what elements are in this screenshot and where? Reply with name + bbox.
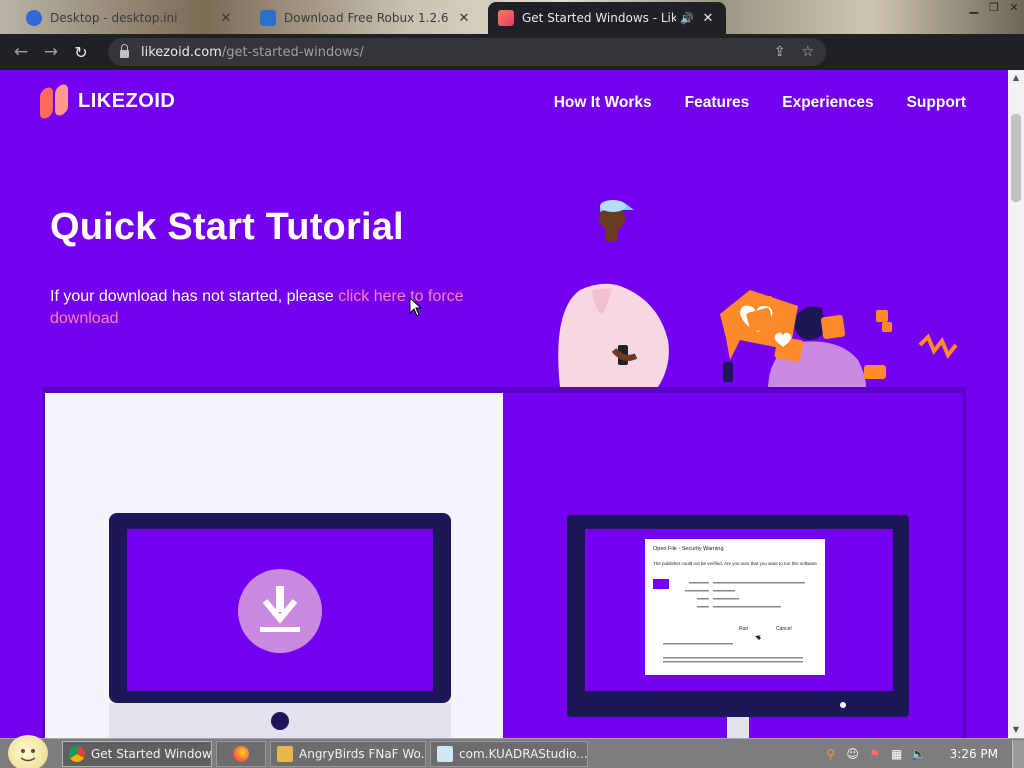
firefox-icon [233, 746, 249, 762]
close-icon[interactable]: ✕ [456, 11, 472, 26]
likezoid-favicon [498, 10, 514, 26]
url-domain: likezoid.com [141, 44, 222, 60]
taskbar-item-label: AngryBirds FNaF Wo... [299, 747, 426, 761]
zigzag-decoration [918, 333, 958, 359]
taskbar-item-firefox[interactable] [216, 741, 266, 767]
clock[interactable]: 3:26 PM [950, 747, 998, 761]
step-download-card [45, 393, 503, 738]
forward-arrow-icon[interactable]: → [36, 42, 66, 62]
lock-icon [120, 44, 129, 58]
notepad-icon [437, 746, 453, 762]
dialog-cancel-button: Cancel [776, 626, 792, 632]
page-viewport: LIKEZOID How It Works Features Experienc… [0, 70, 1008, 738]
monitor-security-dialog-illustration: Open File - Security Warning The publish… [567, 515, 909, 738]
tab-title: Download Free Robux 1.2.6 on [284, 11, 450, 25]
close-window-icon[interactable]: ✕ [1004, 0, 1024, 16]
likezoid-logo-icon [40, 82, 70, 121]
tutorial-steps: Open File - Security Warning The publish… [42, 387, 966, 738]
share-icon[interactable]: ⇪ [774, 44, 786, 60]
download-notice-text: If your download has not started, please [50, 288, 334, 305]
logo-wordmark: LIKEZOID [78, 89, 176, 112]
url-path: /get-started-windows/ [221, 44, 364, 60]
back-arrow-icon[interactable]: ← [6, 42, 36, 62]
person-standing-illustration [558, 200, 669, 387]
monitor-download-illustration [109, 513, 451, 738]
scroll-thumb[interactable] [1011, 114, 1021, 202]
search-icon[interactable]: ⚲ [820, 747, 842, 761]
tab-title: Get Started Windows - Likez [522, 11, 677, 25]
page-scrollbar[interactable]: ▲ ▼ [1008, 70, 1024, 738]
window-controls: ▁ ❐ ✕ [964, 0, 1024, 18]
scroll-up-icon[interactable]: ▲ [1008, 70, 1024, 86]
nav-how-it-works[interactable]: How It Works [554, 94, 652, 112]
browser-toolbar: ← → ↻ likezoid.com/get-started-windows/ … [0, 34, 1024, 96]
system-tray: ⚲ ☺ ⚑ ▦ 🔈 3:26 PM [820, 739, 1024, 768]
folder-icon [277, 746, 293, 762]
taskbar-item-folder[interactable]: AngryBirds FNaF Wo... [270, 741, 426, 767]
taskbar-item-chrome[interactable]: Get Started Windows... [62, 741, 212, 767]
dialog-message: The publisher could not be verified. Are… [653, 561, 817, 566]
main-nav: How It Works Features Experiences Suppor… [554, 94, 966, 112]
tab-title: Desktop - desktop.ini [50, 11, 178, 25]
action-center-icon[interactable]: ⚑ [864, 747, 886, 761]
dialog-title: Open File - Security Warning [653, 546, 723, 552]
maximize-icon[interactable]: ❐ [984, 0, 1004, 16]
speaker-icon[interactable]: 🔊 [680, 12, 694, 25]
volume-icon[interactable]: 🔈 [908, 747, 930, 761]
bookmark-star-icon[interactable]: ☆ [801, 44, 814, 60]
download-notice: If your download has not started, please… [50, 286, 500, 330]
start-button[interactable] [8, 735, 48, 768]
network-icon[interactable]: ▦ [886, 747, 908, 761]
minimize-icon[interactable]: ▁ [964, 0, 984, 16]
browser-tab-strip: Desktop - desktop.ini ✕ Download Free Ro… [0, 0, 1024, 34]
close-icon[interactable]: ✕ [700, 11, 716, 26]
close-icon[interactable]: ✕ [218, 11, 234, 26]
windows-icon [260, 10, 276, 26]
tab-get-started[interactable]: Get Started Windows - Likez 🔊 ✕ [488, 2, 726, 34]
nav-experiences[interactable]: Experiences [782, 94, 873, 112]
taskbar-item-label: Get Started Windows... [91, 747, 212, 761]
reload-icon[interactable]: ↻ [66, 43, 96, 62]
dialog-run-button: Run [739, 626, 748, 632]
scroll-down-icon[interactable]: ▼ [1008, 722, 1024, 738]
tab-robux[interactable]: Download Free Robux 1.2.6 on ✕ [250, 2, 482, 34]
site-logo[interactable]: LIKEZOID [40, 82, 176, 121]
hero-illustration [558, 200, 958, 387]
tab-desktop-ini[interactable]: Desktop - desktop.ini ✕ [16, 2, 244, 34]
mouse-pointer-icon [409, 297, 423, 317]
url-text[interactable]: likezoid.com/get-started-windows/ [141, 45, 364, 60]
nav-features[interactable]: Features [685, 94, 750, 112]
nav-support[interactable]: Support [907, 94, 966, 112]
taskbar-item-label: com.KUADRAStudio... [459, 747, 588, 761]
chrome-icon [69, 746, 85, 762]
step-run-card: Open File - Security Warning The publish… [503, 393, 963, 738]
page-title: Quick Start Tutorial [50, 206, 404, 248]
windows-taskbar: Get Started Windows... AngryBirds FNaF W… [0, 735, 1024, 768]
emoji-tray-icon[interactable]: ☺ [842, 747, 864, 761]
desktop-icon [26, 10, 42, 26]
address-bar[interactable]: likezoid.com/get-started-windows/ ⇪ ☆ [108, 38, 826, 66]
taskbar-item-notepad[interactable]: com.KUADRAStudio... [430, 741, 588, 767]
show-desktop-button[interactable] [1012, 740, 1024, 768]
